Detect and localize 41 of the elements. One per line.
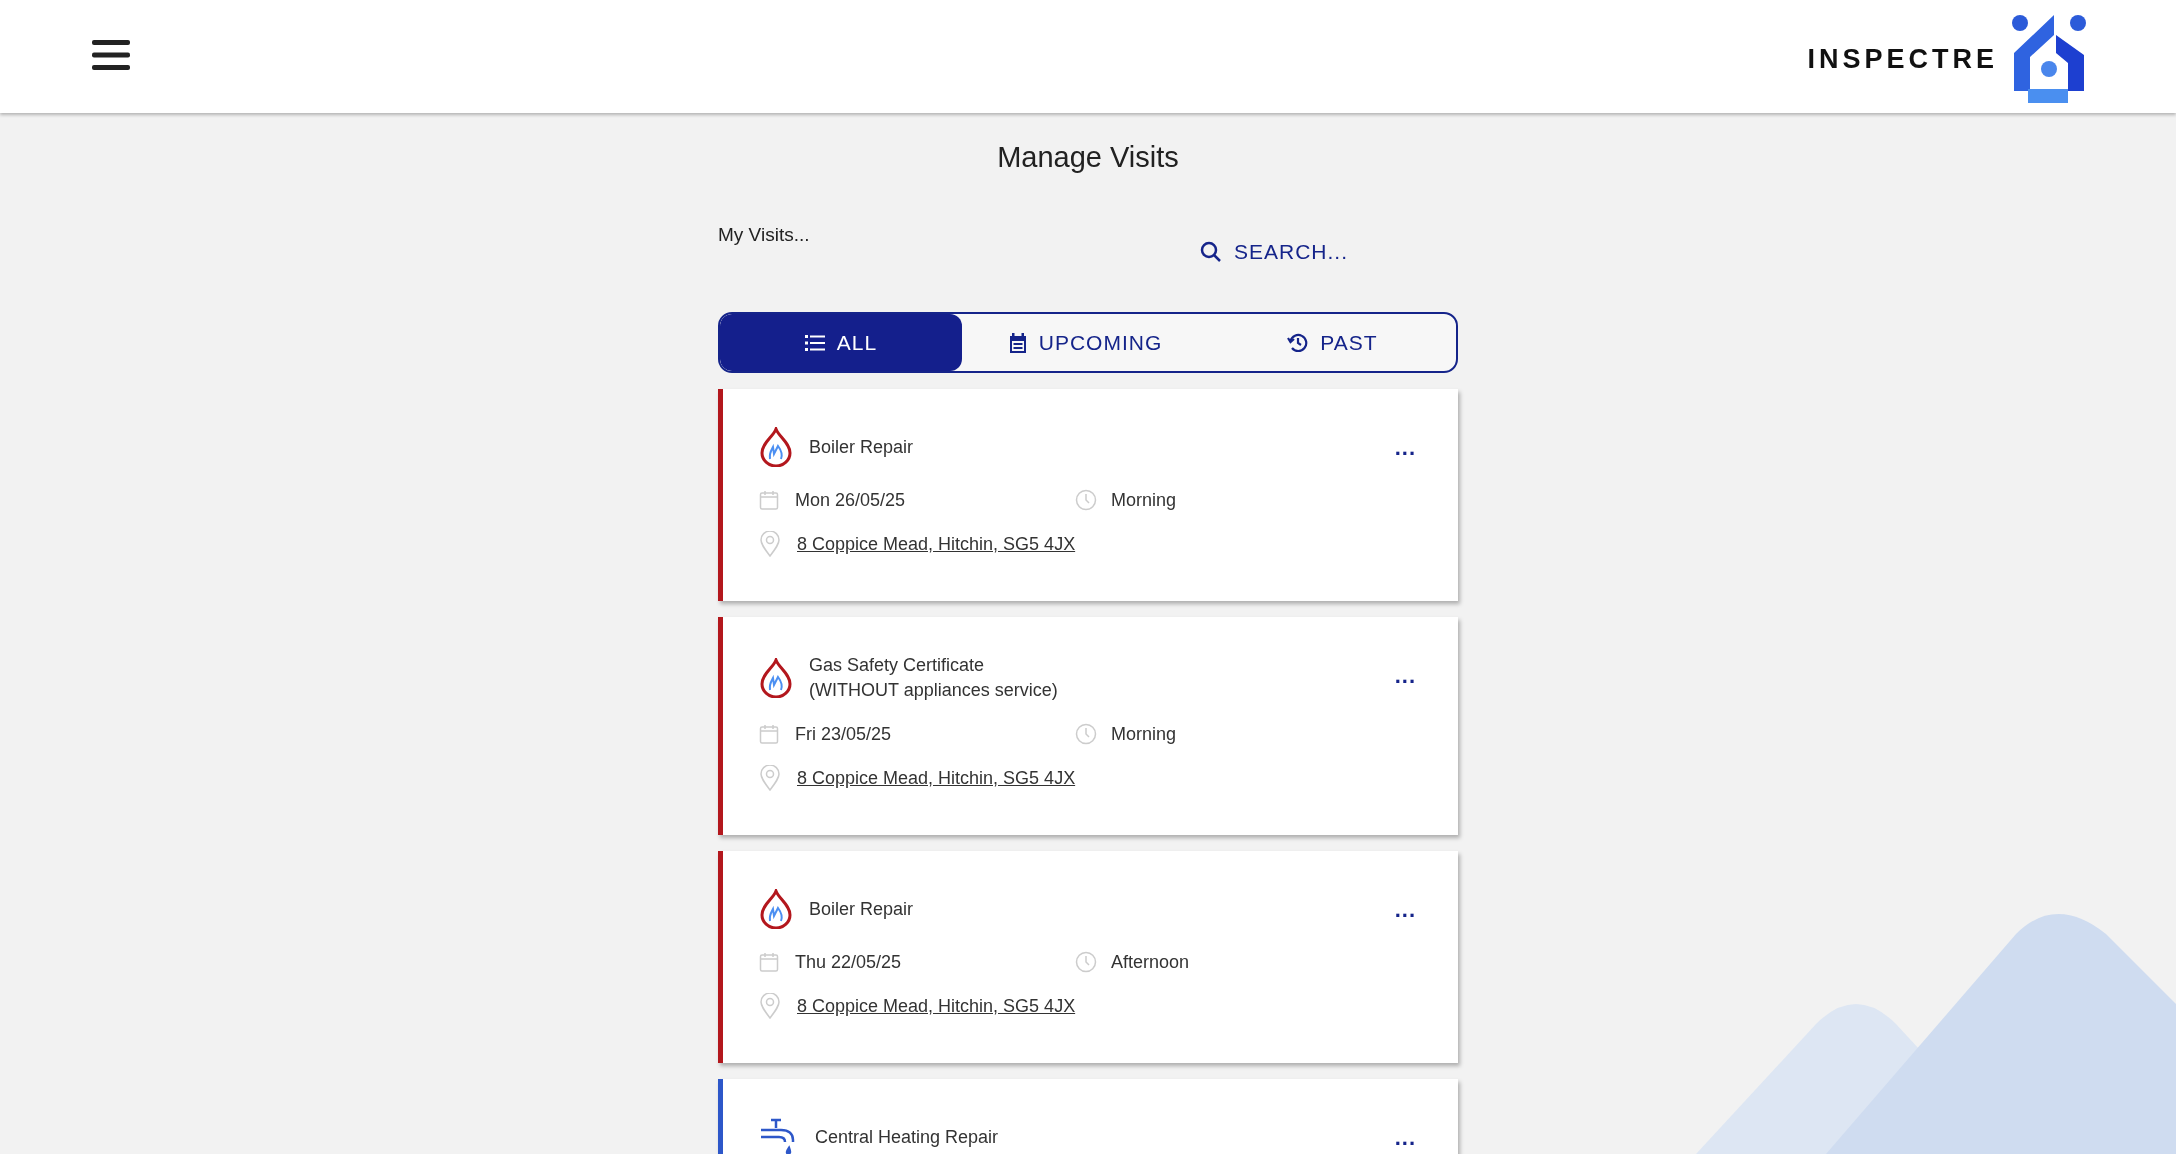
location-pin-icon — [759, 765, 781, 791]
clock-icon — [1075, 951, 1097, 973]
visit-time: Morning — [1111, 723, 1177, 745]
flame-icon — [759, 658, 793, 698]
calendar-icon — [759, 490, 779, 510]
brand-name: INSPECTRE — [1807, 43, 1998, 75]
visit-date: Fri 23/05/25 — [795, 723, 892, 745]
flame-icon — [759, 427, 793, 467]
flame-icon — [759, 889, 793, 929]
more-options-button[interactable]: ... — [1390, 671, 1420, 689]
filter-tab[interactable]: PAST — [1209, 314, 1456, 371]
history-icon — [1287, 332, 1309, 353]
location-pin-icon — [759, 993, 781, 1019]
menu-icon — [92, 40, 130, 70]
more-options-button[interactable]: ... — [1390, 1133, 1420, 1151]
location-pin-icon — [759, 531, 781, 557]
visit-time: Morning — [1111, 489, 1177, 511]
calendar-icon — [1008, 332, 1027, 353]
visit-date: Mon 26/05/25 — [795, 489, 906, 511]
address-link[interactable]: 8 Coppice Mead, Hitchin, SG5 4JX — [797, 767, 1076, 789]
visit-title: Boiler Repair — [809, 897, 914, 921]
more-options-button[interactable]: ... — [1390, 905, 1420, 923]
visit-date: Thu 22/05/25 — [795, 951, 902, 973]
calendar-icon — [759, 724, 779, 744]
list-icon — [804, 333, 825, 352]
visit-title: Boiler Repair — [809, 435, 914, 459]
more-options-button[interactable]: ... — [1390, 443, 1420, 461]
filter-tab[interactable]: UPCOMING — [962, 314, 1209, 371]
address-link[interactable]: 8 Coppice Mead, Hitchin, SG5 4JX — [797, 533, 1076, 555]
clock-icon — [1075, 723, 1097, 745]
page-title: Manage Visits — [996, 141, 1180, 174]
section-label: My Visits... — [718, 224, 810, 246]
address-link[interactable]: 8 Coppice Mead, Hitchin, SG5 4JX — [797, 995, 1076, 1017]
visit-title: Central Heating Repair — [815, 1125, 999, 1149]
visit-time: Afternoon — [1111, 951, 1190, 973]
filter-tab[interactable]: ALL — [720, 314, 962, 371]
clock-icon — [1075, 489, 1097, 511]
visit-title: Gas Safety Certificate (WITHOUT appliances service) — [809, 654, 1058, 702]
calendar-icon — [759, 952, 779, 972]
search-icon — [1199, 241, 1222, 263]
search-button[interactable]: SEARCH... — [1199, 240, 1348, 264]
